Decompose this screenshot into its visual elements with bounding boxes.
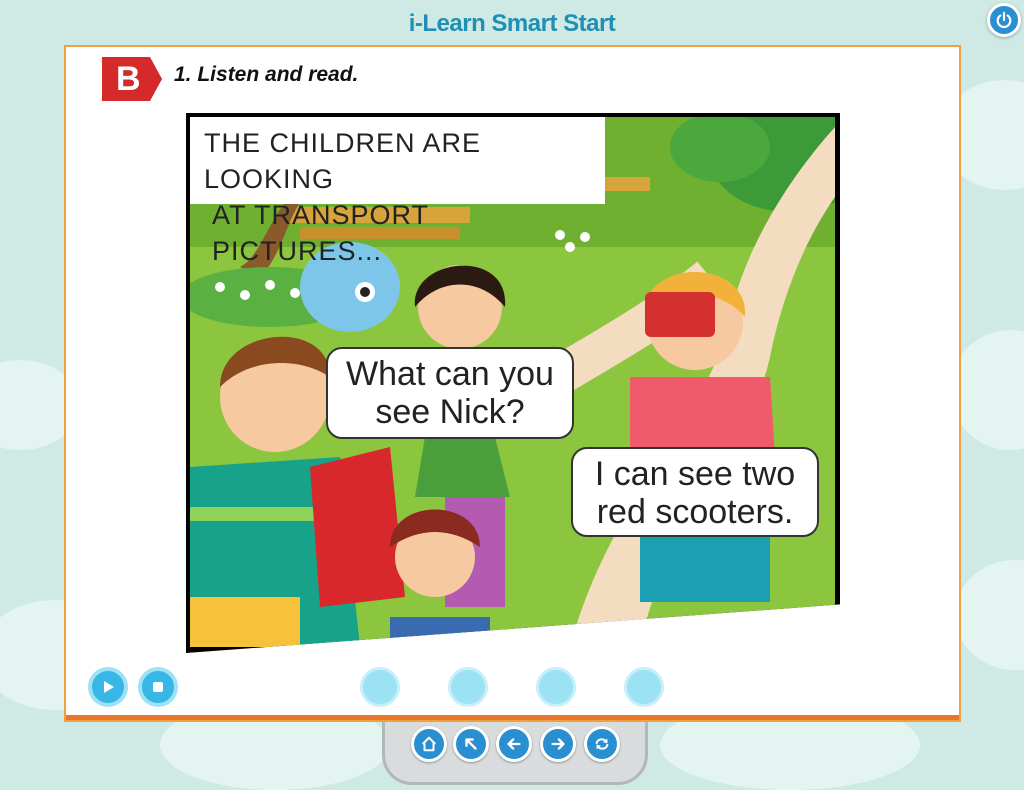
instruction-text: 1. Listen and read. <box>174 63 359 86</box>
stop-button[interactable] <box>138 667 178 707</box>
page-dot-1[interactable] <box>360 667 400 707</box>
bubble-question-line-2: see Nick? <box>375 393 525 431</box>
speech-bubble-question: What can you see Nick? <box>326 347 574 439</box>
page-dot-3[interactable] <box>536 667 576 707</box>
bubble-answer-line-1: I can see two <box>594 455 796 493</box>
page-dot-4[interactable] <box>624 667 664 707</box>
app-title: i-Learn Smart Start <box>408 10 616 37</box>
lesson-panel: B 1. Listen and read. THE CHILDREN ARE L… <box>64 45 961 722</box>
comic-caption: THE CHILDREN ARE LOOKING AT TRANSPORT PI… <box>190 117 605 266</box>
section-badge: B <box>102 57 162 101</box>
play-icon <box>104 681 114 693</box>
panel-bottom-bar <box>66 715 959 720</box>
forward-button[interactable] <box>540 726 576 762</box>
bubble-question-line-1: What can you <box>346 355 554 393</box>
speech-bubble-answer: I can see two red scooters. <box>571 447 819 537</box>
exit-icon <box>465 738 477 750</box>
comic-illustration: THE CHILDREN ARE LOOKING AT TRANSPORT PI… <box>186 113 840 653</box>
bubble-answer-line-2: red scooters. <box>596 493 794 531</box>
forward-arrow-icon <box>551 738 565 750</box>
back-button[interactable] <box>496 726 532 762</box>
play-button[interactable] <box>88 667 128 707</box>
power-icon <box>996 11 1012 29</box>
caption-line-1: THE CHILDREN ARE LOOKING <box>204 128 482 194</box>
background-cloud <box>950 330 1024 450</box>
background-cloud <box>955 560 1024 670</box>
home-button[interactable] <box>411 726 447 762</box>
back-arrow-icon <box>507 738 521 750</box>
stop-icon <box>153 682 163 692</box>
power-button[interactable] <box>987 3 1021 37</box>
home-icon <box>421 736 437 752</box>
caption-line-2: AT TRANSPORT PICTURES... <box>212 200 429 266</box>
exit-button[interactable] <box>453 726 489 762</box>
refresh-icon <box>595 738 609 750</box>
refresh-button[interactable] <box>584 726 620 762</box>
page-dot-2[interactable] <box>448 667 488 707</box>
